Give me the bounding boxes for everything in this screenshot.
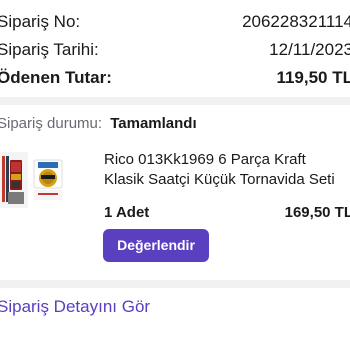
order-number-row: Sipariş No: 206228321114: [0, 8, 350, 36]
product-price: 169,50 TL: [284, 204, 350, 221]
review-button[interactable]: Değerlendir: [103, 229, 209, 262]
order-date-row: Sipariş Tarihi: 12/11/2023: [0, 36, 350, 64]
product-title-line2: Klasik Saatçi Küçük Tornavida Seti: [104, 171, 335, 188]
paid-amount-row: Ödenen Tutar: 119,50 TL: [0, 64, 350, 92]
order-status: Sipariş durumu: Tamamlandı: [0, 114, 197, 134]
order-info: Sipariş No: 206228321114 Sipariş Tarihi:…: [0, 8, 350, 92]
order-date-value: 12/11/2023: [269, 40, 350, 59]
product-image[interactable]: [0, 150, 74, 210]
order-number-value: 206228321114: [242, 12, 350, 31]
section-divider: [0, 97, 350, 105]
product-title-line1: Rico 013Kk1969 6 Parça Kraft: [104, 151, 306, 168]
order-detail-link[interactable]: Sipariş Detayını Gör: [0, 296, 150, 318]
product-title[interactable]: Rico 013Kk1969 6 Parça Kraft Klasik Saat…: [104, 150, 350, 190]
order-number-label: Sipariş No:: [0, 12, 81, 31]
order-status-value: Tamamlandı: [110, 115, 197, 132]
order-status-label: Sipariş durumu:: [0, 115, 103, 132]
paid-amount-label: Ödenen Tutar:: [0, 68, 112, 87]
screwdriver-set-image: [0, 152, 63, 208]
order-date-label: Sipariş Tarihi:: [0, 40, 99, 59]
product-quantity: 1 Adet: [104, 204, 150, 221]
order-card: Sipariş No: 206228321114 Sipariş Tarihi:…: [0, 0, 350, 350]
paid-amount-value: 119,50 TL: [276, 68, 350, 87]
section-divider-bottom: [0, 280, 350, 288]
